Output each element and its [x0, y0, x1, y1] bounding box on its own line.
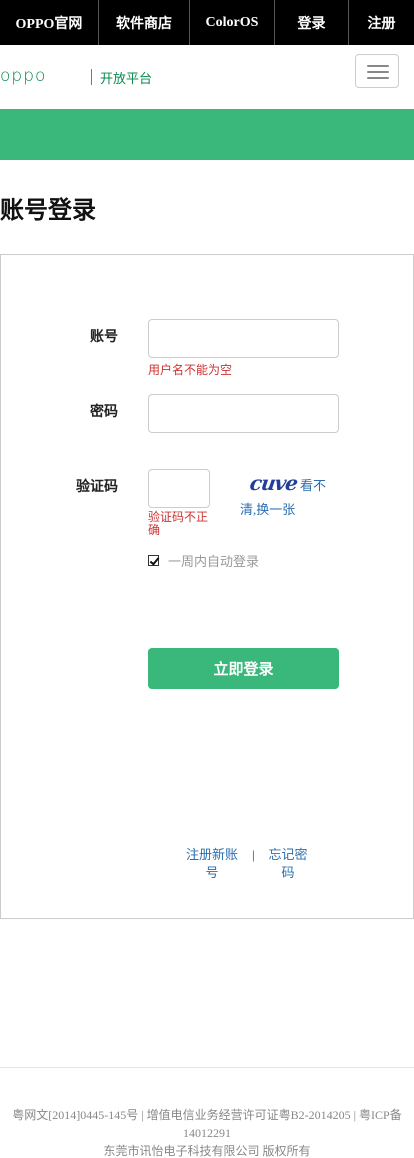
nav-oppo-official[interactable]: OPPO官网 [0, 0, 99, 45]
top-nav: OPPO官网 软件商店 ColorOS 登录 注册 [0, 0, 414, 45]
account-label: 账号 [90, 330, 118, 345]
hero-banner [0, 109, 414, 160]
account-input[interactable] [148, 319, 339, 358]
forgot-password-link[interactable]: 忘记密码 [266, 846, 310, 882]
nav-login[interactable]: 登录 [275, 0, 349, 45]
account-error: 用户名不能为空 [148, 363, 233, 377]
footer-license: 粤网文[2014]0445-145号 | 增值电信业务经营许可证粤B2-2014… [12, 1108, 402, 1140]
footer-divider [0, 1067, 414, 1068]
brand-subtitle: 开放平台 [100, 71, 153, 86]
footer-copyright: 东莞市讯怡电子科技有限公司 版权所有 [103, 1144, 311, 1158]
captcha-error: 验证码不正确 [148, 510, 209, 537]
nav-coloros[interactable]: ColorOS [190, 0, 275, 45]
captcha-refresh-link[interactable]: 看不清,换一张 [240, 474, 332, 522]
register-link[interactable]: 注册新账号 [186, 846, 238, 882]
nav-register[interactable]: 注册 [349, 0, 414, 45]
password-label: 密码 [90, 405, 118, 420]
links-separator: | [252, 847, 255, 862]
menu-icon-bar [367, 77, 389, 79]
hamburger-menu-button[interactable] [355, 54, 399, 88]
captcha-input[interactable] [148, 469, 210, 508]
password-input[interactable] [148, 394, 339, 433]
page-title: 账号登录 [0, 198, 96, 224]
oppo-logo[interactable]: oppo [0, 66, 46, 86]
footer: 粤网文[2014]0445-145号 | 增值电信业务经营许可证粤B2-2014… [10, 1106, 404, 1158]
brand-header: oppo 开放平台 [0, 54, 414, 100]
remember-checkbox[interactable] [148, 555, 159, 566]
menu-icon-bar [367, 71, 389, 73]
login-submit-button[interactable]: 立即登录 [148, 648, 339, 689]
remember-label: 一周内自动登录 [168, 554, 260, 569]
logo-divider [91, 69, 92, 85]
remember-me[interactable]: 一周内自动登录 [148, 551, 259, 570]
nav-app-store[interactable]: 软件商店 [99, 0, 190, 45]
captcha-label: 验证码 [76, 480, 118, 495]
menu-icon-bar [367, 65, 389, 67]
